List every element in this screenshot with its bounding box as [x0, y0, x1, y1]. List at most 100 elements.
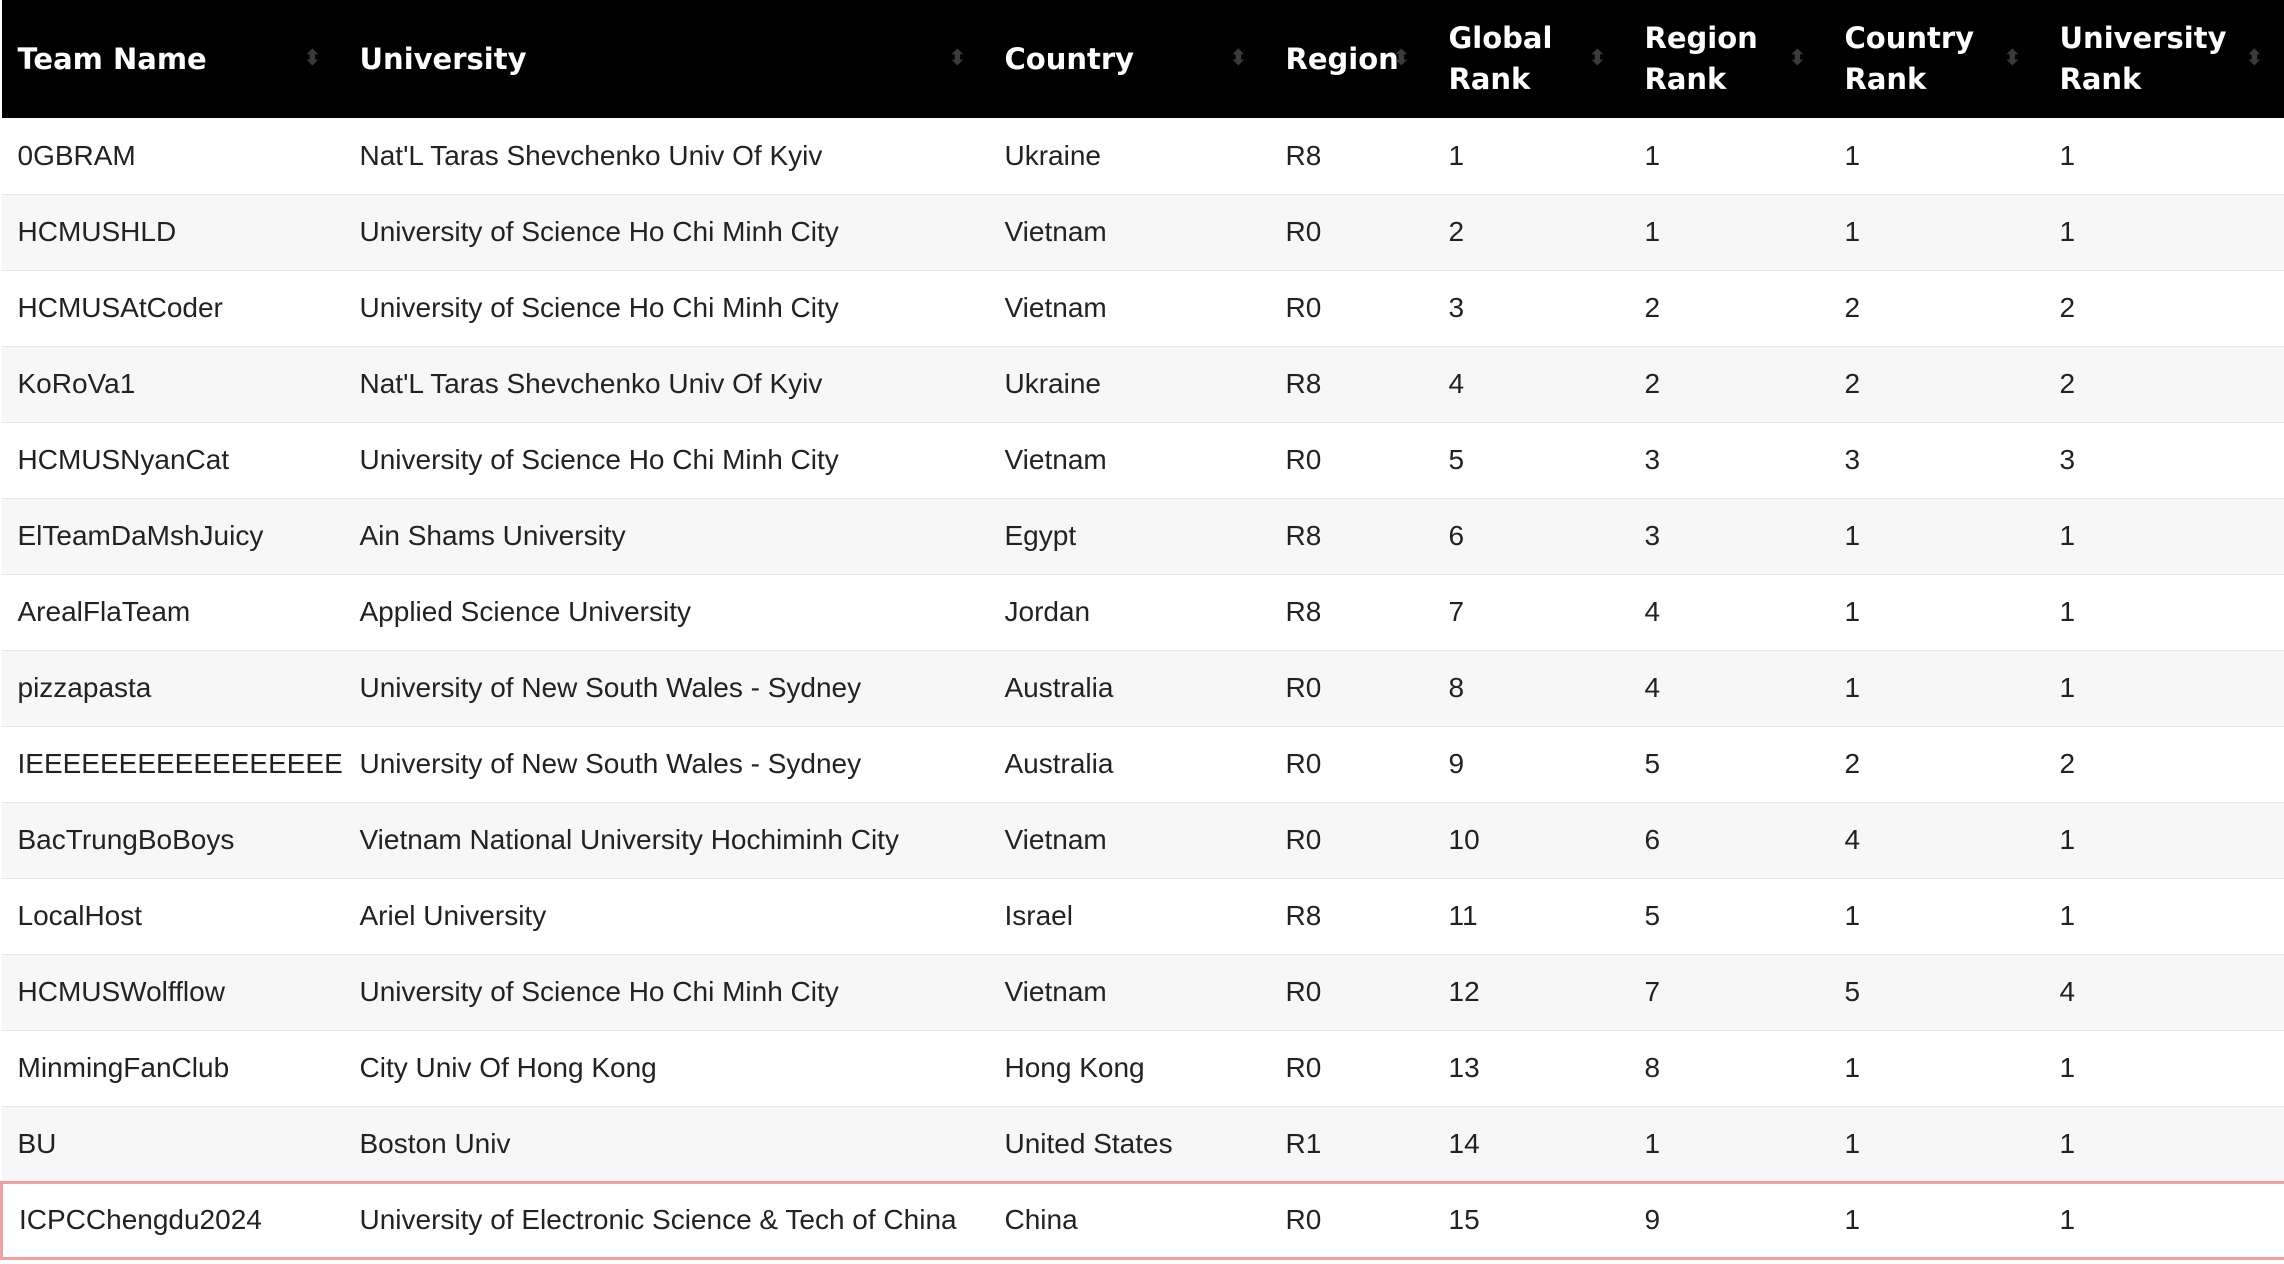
cell-university: Nat'L Taras Shevchenko Univ Of Kyiv — [359, 139, 823, 171]
column-header-label: University — [359, 41, 527, 76]
cell-university-rank: 1 — [2059, 216, 2076, 247]
cell-country: Israel — [1004, 900, 1073, 931]
cell-region: R0 — [1269, 1180, 1433, 1260]
cell-country-rank: 2 — [1844, 292, 1861, 323]
cell-region-rank: 1 — [1644, 216, 1661, 247]
table-row[interactable]: BacTrungBoBoys Vietnam National Universit… — [1, 802, 2284, 878]
column-header-label: Team Name — [17, 41, 207, 76]
cell-university: University of Science Ho Chi Minh City — [359, 292, 839, 323]
table-row[interactable]: ArealFlaTeam Applied Science University Jo… — [1, 574, 2284, 650]
table-row[interactable]: MinmingFanClub City Univ Of Hong Kong Hong… — [1, 1030, 2284, 1106]
cell-university: University of Electronic Science & Tech … — [343, 1180, 989, 1260]
column-header-university-rank[interactable]: University Rank ⬍ — [2044, 0, 2284, 118]
cell-team-name: HCMUSWolfflow — [17, 976, 225, 1007]
column-header-country-rank[interactable]: Country Rank ⬍ — [1829, 0, 2044, 118]
cell-region: R0 — [1285, 672, 1322, 703]
cell-team-name: HCMUSAtCoder — [17, 292, 223, 323]
cell-country: Jordan — [1004, 596, 1091, 627]
sort-icon[interactable]: ⬍ — [2003, 48, 2021, 70]
table-row[interactable]: HCMUSWolfflow University of Science Ho Ch… — [1, 954, 2284, 1030]
column-header-region-rank[interactable]: Region Rank ⬍ — [1629, 0, 1829, 118]
cell-region: R8 — [1285, 520, 1322, 551]
table-row-highlighted[interactable]: ICPCChengdu2024 University of Electronic … — [0, 1180, 2284, 1260]
cell-country-rank: 1 — [1844, 520, 1861, 551]
table-row[interactable]: ElTeamDaMshJuicy Ain Shams University Egyp… — [1, 498, 2284, 574]
cell-country-rank: 1 — [1844, 216, 1861, 247]
cell-global-rank: 7 — [1448, 596, 1465, 627]
cell-university: City Univ Of Hong Kong — [359, 1052, 657, 1083]
cell-university-rank: 2 — [2059, 368, 2076, 399]
cell-region-rank: 2 — [1644, 368, 1661, 399]
cell-team-name: HCMUSHLD — [17, 216, 177, 247]
cell-country-rank: 2 — [1844, 748, 1861, 779]
cell-university: Vietnam National University Hochiminh Ci… — [359, 824, 899, 855]
sort-icon[interactable]: ⬍ — [2245, 48, 2263, 70]
cell-country: Vietnam — [1004, 444, 1107, 475]
column-header-region[interactable]: Region ⬍ — [1270, 0, 1433, 118]
sort-icon[interactable]: ⬍ — [1392, 48, 1410, 70]
cell-region: R8 — [1285, 596, 1322, 627]
cell-country: Ukraine — [1004, 139, 1101, 171]
sort-icon[interactable]: ⬍ — [1788, 48, 1806, 70]
cell-region: R8 — [1285, 900, 1322, 931]
cell-university: Ain Shams University — [359, 520, 626, 551]
sort-icon[interactable]: ⬍ — [948, 48, 966, 70]
cell-region: R1 — [1285, 1127, 1322, 1159]
cell-university-rank: 2 — [2059, 292, 2076, 323]
table-row[interactable]: BU Boston Univ United States R1 14 1 1 1 — [1, 1106, 2284, 1182]
cell-region-rank: 3 — [1644, 444, 1661, 475]
column-header-label: Country Rank — [1844, 21, 1975, 96]
table-header-row: Team Name ⬍ University ⬍ Country ⬍ Region ⬍ Glob… — [1, 0, 2284, 118]
cell-country: Hong Kong — [1004, 1052, 1145, 1083]
table-row[interactable]: HCMUSNyanCat University of Science Ho Chi… — [1, 422, 2284, 498]
cell-team-name: 0GBRAM — [17, 139, 136, 171]
cell-region: R8 — [1285, 139, 1322, 171]
sort-icon[interactable]: ⬍ — [303, 48, 321, 70]
table-row[interactable]: pizzapasta University of New South Wales … — [1, 650, 2284, 726]
cell-region: R0 — [1285, 444, 1322, 475]
cell-global-rank: 15 — [1432, 1180, 1629, 1260]
cell-team-name: LocalHost — [17, 900, 143, 931]
cell-country: United States — [1004, 1127, 1173, 1159]
sort-icon[interactable]: ⬍ — [1229, 48, 1247, 70]
cell-team-name: MinmingFanClub — [17, 1052, 230, 1083]
sort-icon[interactable]: ⬍ — [1588, 48, 1606, 70]
cell-university: Ariel University — [359, 900, 547, 931]
cell-region-rank: 1 — [1644, 139, 1661, 171]
rankings-table: Team Name ⬍ University ⬍ Country ⬍ Region ⬍ Glob… — [0, 0, 2284, 1260]
cell-country: Australia — [1004, 672, 1114, 703]
column-header-label: Global Rank — [1448, 21, 1553, 96]
cell-country: Vietnam — [1004, 216, 1107, 247]
cell-region-rank: 5 — [1644, 748, 1661, 779]
cell-university-rank: 1 — [2059, 824, 2076, 855]
cell-global-rank: 12 — [1448, 976, 1480, 1007]
table-row[interactable]: HCMUSAtCoder University of Science Ho Chi… — [1, 270, 2284, 346]
cell-country: Vietnam — [1004, 976, 1107, 1007]
table-row[interactable]: 0GBRAM Nat'L Taras Shevchenko Univ Of Kyi… — [1, 118, 2284, 194]
cell-team-name: BU — [17, 1127, 57, 1159]
column-header-team-name[interactable]: Team Name ⬍ — [2, 0, 344, 118]
cell-university-rank: 1 — [2059, 596, 2076, 627]
cell-country-rank: 1 — [1844, 1127, 1861, 1159]
cell-university: Nat'L Taras Shevchenko Univ Of Kyiv — [359, 368, 823, 399]
cell-team-name: IEEEEEEEEEEEEEEEEEE — [17, 748, 344, 779]
cell-university: University of Science Ho Chi Minh City — [359, 444, 839, 475]
cell-team-name: ArealFlaTeam — [17, 596, 191, 627]
cell-country-rank: 1 — [1844, 596, 1861, 627]
table-row[interactable]: LocalHost Ariel University Israel R8 11 5 1 1 — [1, 878, 2284, 954]
cell-region-rank: 6 — [1644, 824, 1661, 855]
cell-university-rank: 1 — [2043, 1180, 2284, 1260]
table-row[interactable]: IEEEEEEEEEEEEEEEEEE University of New Sou… — [1, 726, 2284, 802]
cell-university-rank: 4 — [2059, 976, 2076, 1007]
column-header-country[interactable]: Country ⬍ — [989, 0, 1270, 118]
table-row[interactable]: HCMUSHLD University of Science Ho Chi Min… — [1, 194, 2284, 270]
cell-team-name: HCMUSNyanCat — [17, 444, 230, 475]
cell-university: University of New South Wales - Sydney — [359, 672, 862, 703]
column-header-university[interactable]: University ⬍ — [344, 0, 989, 118]
cell-university-rank: 3 — [2059, 444, 2076, 475]
cell-region: R0 — [1285, 976, 1322, 1007]
cell-country-rank: 4 — [1844, 824, 1861, 855]
table-row[interactable]: KoRoVa1 Nat'L Taras Shevchenko Univ Of Ky… — [1, 346, 2284, 422]
cell-university: University of Science Ho Chi Minh City — [359, 216, 839, 247]
column-header-global-rank[interactable]: Global Rank ⬍ — [1433, 0, 1629, 118]
